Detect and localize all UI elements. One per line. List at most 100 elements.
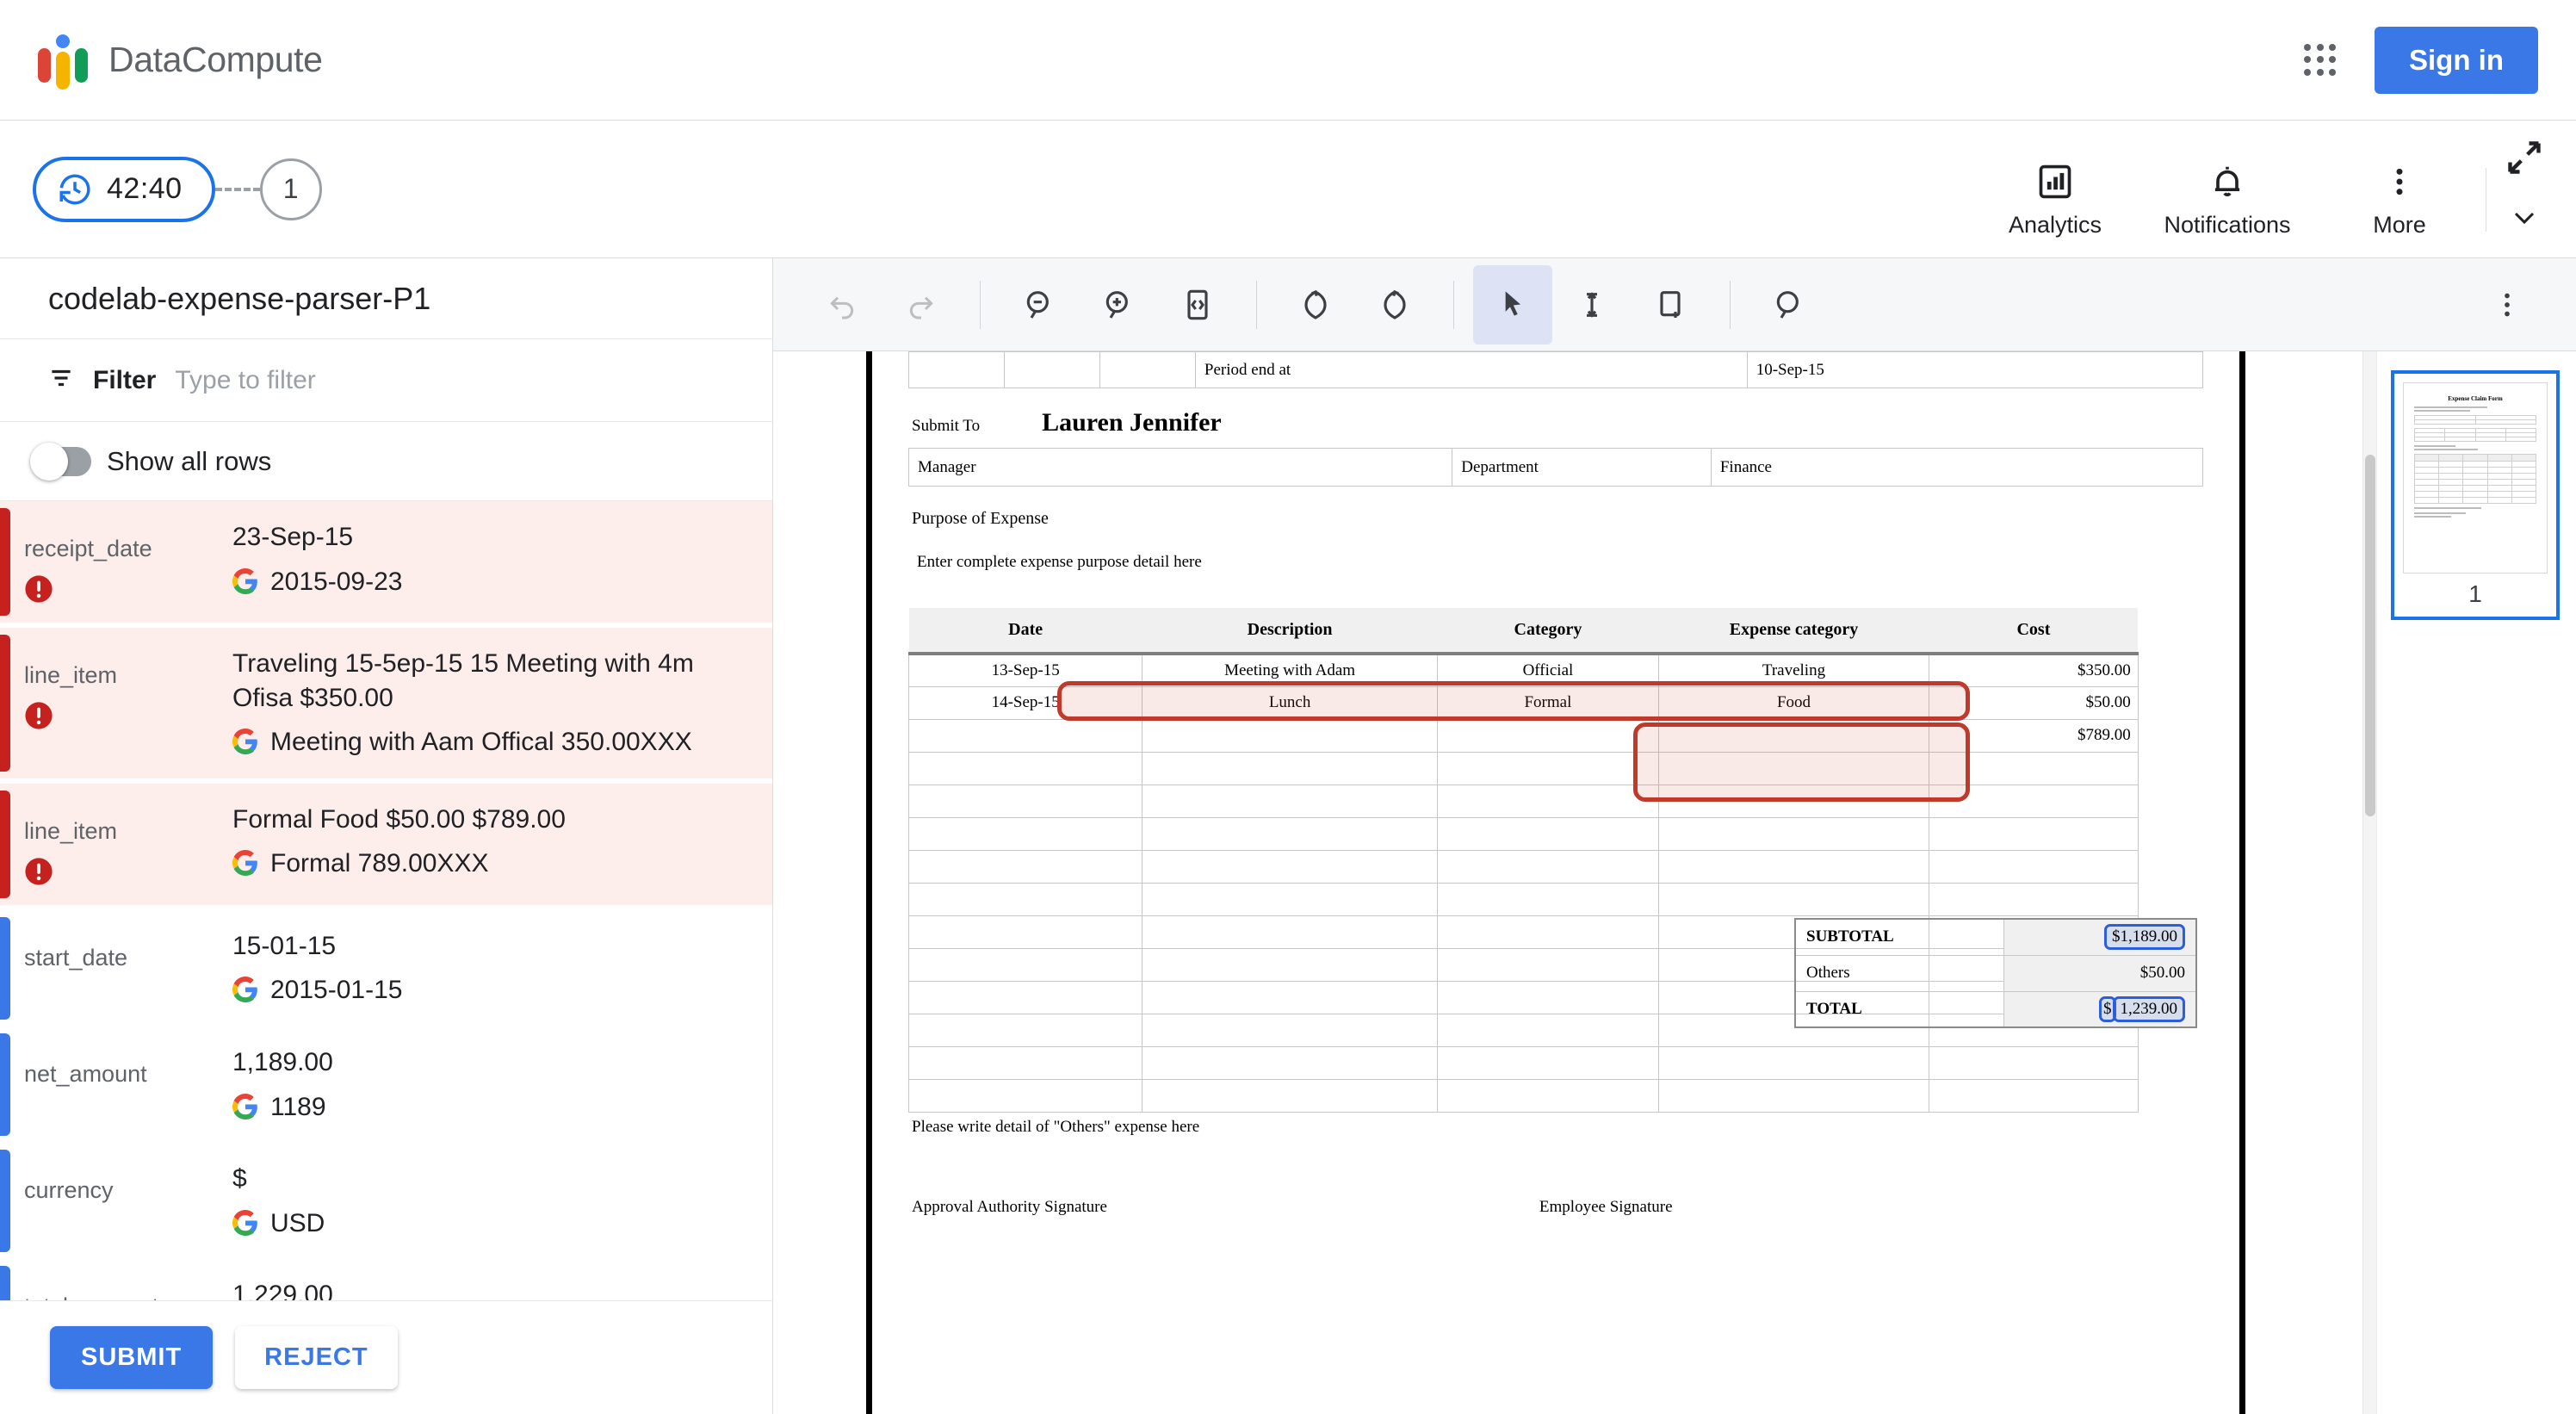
field-value: 1,189.00 [232, 1047, 333, 1076]
history-clock-icon [57, 171, 93, 208]
table-row[interactable]: line_item Traveling 15-5ep-15 15 Meeting… [0, 628, 772, 778]
submit-to-row: Submit To Lauren Jennifer [908, 396, 2203, 446]
redo-button[interactable] [882, 265, 961, 344]
zoom-out-button[interactable] [1000, 265, 1079, 344]
expense-row: $789.00 [907, 718, 2139, 753]
search-input[interactable] [175, 365, 724, 395]
cell-cost: $789.00 [1929, 718, 2139, 753]
table-row[interactable]: receipt_date 23-Sep-15 2015-09-23 [0, 501, 772, 623]
total-value: 1,239.00 [2112, 995, 2185, 1022]
rotate-right-button[interactable] [1355, 265, 1434, 344]
table-row[interactable]: total_amount 1,229.00 1229 [0, 1259, 772, 1300]
subtotal-label: SUBTOTAL [1794, 918, 2004, 956]
page-scrollbar-thumb[interactable] [2365, 455, 2375, 816]
approval-signature-label: Approval Authority Signature [912, 1198, 1107, 1216]
suggestion-text: Formal 789.00XXX [270, 849, 489, 878]
task-step-indicator[interactable]: 1 [259, 158, 322, 220]
department-label: Department [1452, 448, 1712, 487]
apps-grid-icon[interactable] [2300, 40, 2340, 80]
row-status-bar [0, 508, 10, 616]
analytics-chart-icon [2036, 160, 2074, 203]
expense-row: 14-Sep-15 Lunch Formal Food $50.00 [907, 685, 2139, 720]
others-value: $50.00 [2003, 954, 2197, 992]
table-row[interactable]: currency $ USD [0, 1143, 772, 1259]
expense-row: 13-Sep-15 Meeting with Adam Official Tra… [907, 653, 2139, 687]
viewer-more-button[interactable] [2468, 265, 2547, 344]
expense-table-header-row: Date Description Category Expense catego… [908, 608, 2139, 654]
show-all-rows-label: Show all rows [107, 445, 272, 476]
show-all-rows-toggle[interactable] [30, 442, 91, 481]
select-tool-button[interactable] [1473, 264, 1552, 344]
subtotal-value: $1,189.00 [2104, 924, 2185, 951]
field-suggestion: 2015-09-23 [232, 565, 748, 599]
cell-cost: $50.00 [1929, 685, 2139, 720]
thumbnail-title: Expense Claim Form [2448, 395, 2503, 402]
page-scrollbar[interactable] [2362, 351, 2376, 1414]
show-all-rows-row[interactable]: Show all rows [0, 422, 772, 501]
field-key: receipt_date [24, 536, 152, 561]
col-category: Category [1437, 608, 1659, 654]
rotate-left-button[interactable] [1276, 265, 1355, 344]
purpose-heading: Purpose of Expense [912, 509, 1049, 528]
toolbar-divider [1256, 280, 1257, 329]
zoom-in-button[interactable] [1079, 265, 1158, 344]
others-note: Please write detail of "Others" expense … [912, 1118, 1200, 1136]
page-title: codelab-expense-parser-P1 [0, 258, 772, 339]
task-timer[interactable]: 42:40 [33, 156, 215, 222]
chevron-down-icon[interactable] [2505, 205, 2543, 235]
brand[interactable]: DataCompute [38, 33, 323, 90]
signature-row: Approval Authority Signature Employee Si… [912, 1198, 2143, 1217]
hdr-cell-period-label: Period end at [1194, 351, 1748, 388]
table-row[interactable]: start_date 15-01-15 2015-01-15 [0, 910, 772, 1026]
more-label: More [2373, 212, 2426, 238]
field-value: Traveling 15-5ep-15 15 Meeting with 4m O… [232, 649, 694, 712]
app-header: DataCompute Sign in [0, 0, 2576, 121]
sign-in-button[interactable]: Sign in [2375, 26, 2538, 94]
google-g-icon [232, 977, 258, 1003]
purpose-text: Enter complete expense purpose detail he… [917, 553, 1202, 571]
field-suggestion: Meeting with Aam Offical 350.00XXX [232, 725, 748, 760]
field-value: 15-01-15 [232, 931, 337, 960]
submit-to-label: Submit To [912, 417, 981, 435]
cell-description: Meeting with Adam [1142, 653, 1438, 687]
cell-cost: $350.00 [1929, 653, 2139, 687]
action-bar: SUBMIT REJECT [0, 1300, 772, 1414]
col-expense-category: Expense category [1658, 608, 1929, 654]
region-tool-button[interactable] [1632, 265, 1711, 344]
undo-button[interactable] [802, 265, 882, 344]
field-suggestion: USD [232, 1206, 748, 1241]
thumbnail-page-number: 1 [2468, 580, 2482, 607]
notifications-button[interactable]: Notifications [2141, 160, 2313, 239]
col-cost: Cost [1929, 608, 2139, 654]
document-page: Period end at 10-Sep-15 Submit To Lauren… [866, 351, 2245, 1414]
reject-button[interactable]: REJECT [235, 1326, 398, 1389]
cell-date: 13-Sep-15 [907, 653, 1143, 687]
suggestion-text: Meeting with Aam Offical 350.00XXX [270, 728, 692, 757]
others-row: Others $50.00 [1794, 954, 2197, 992]
page-canvas[interactable]: Period end at 10-Sep-15 Submit To Lauren… [773, 351, 2376, 1414]
field-key: currency [24, 1177, 114, 1204]
analytics-button[interactable]: Analytics [1969, 160, 2141, 239]
field-suggestion: 2015-01-15 [232, 973, 748, 1008]
total-value-cell: $1,239.00 [2003, 990, 2197, 1028]
totals-section: SUBTOTAL $1,189.00 Others $50.00 TOTAL $… [1794, 918, 2197, 1028]
field-value: 23-Sep-15 [232, 523, 354, 551]
expand-arrows-icon[interactable] [2505, 139, 2543, 181]
text-select-tool-button[interactable] [1552, 265, 1632, 344]
thumbnail-page-1[interactable]: Expense Claim Form 1 [2391, 370, 2560, 620]
table-row[interactable]: net_amount 1,189.00 1189 [0, 1026, 772, 1143]
find-button[interactable] [1749, 265, 1829, 344]
submit-to-value: Lauren Jennifer [1042, 408, 1222, 437]
fit-page-button[interactable] [1158, 265, 1237, 344]
google-g-icon [232, 850, 258, 877]
brand-name: DataCompute [108, 40, 323, 79]
submit-button[interactable]: SUBMIT [50, 1326, 214, 1389]
others-label: Others [1794, 954, 2004, 992]
field-key: total_amount [24, 1293, 232, 1300]
expense-row [907, 882, 2139, 916]
more-button[interactable]: More [2313, 160, 2486, 239]
table-row[interactable]: line_item Formal Food $50.00 $789.00 For… [0, 783, 772, 905]
row-status-bar [0, 1033, 10, 1137]
hdr-cell-period-value: 10-Sep-15 [1746, 351, 2203, 388]
timer-value: 42:40 [107, 172, 183, 205]
